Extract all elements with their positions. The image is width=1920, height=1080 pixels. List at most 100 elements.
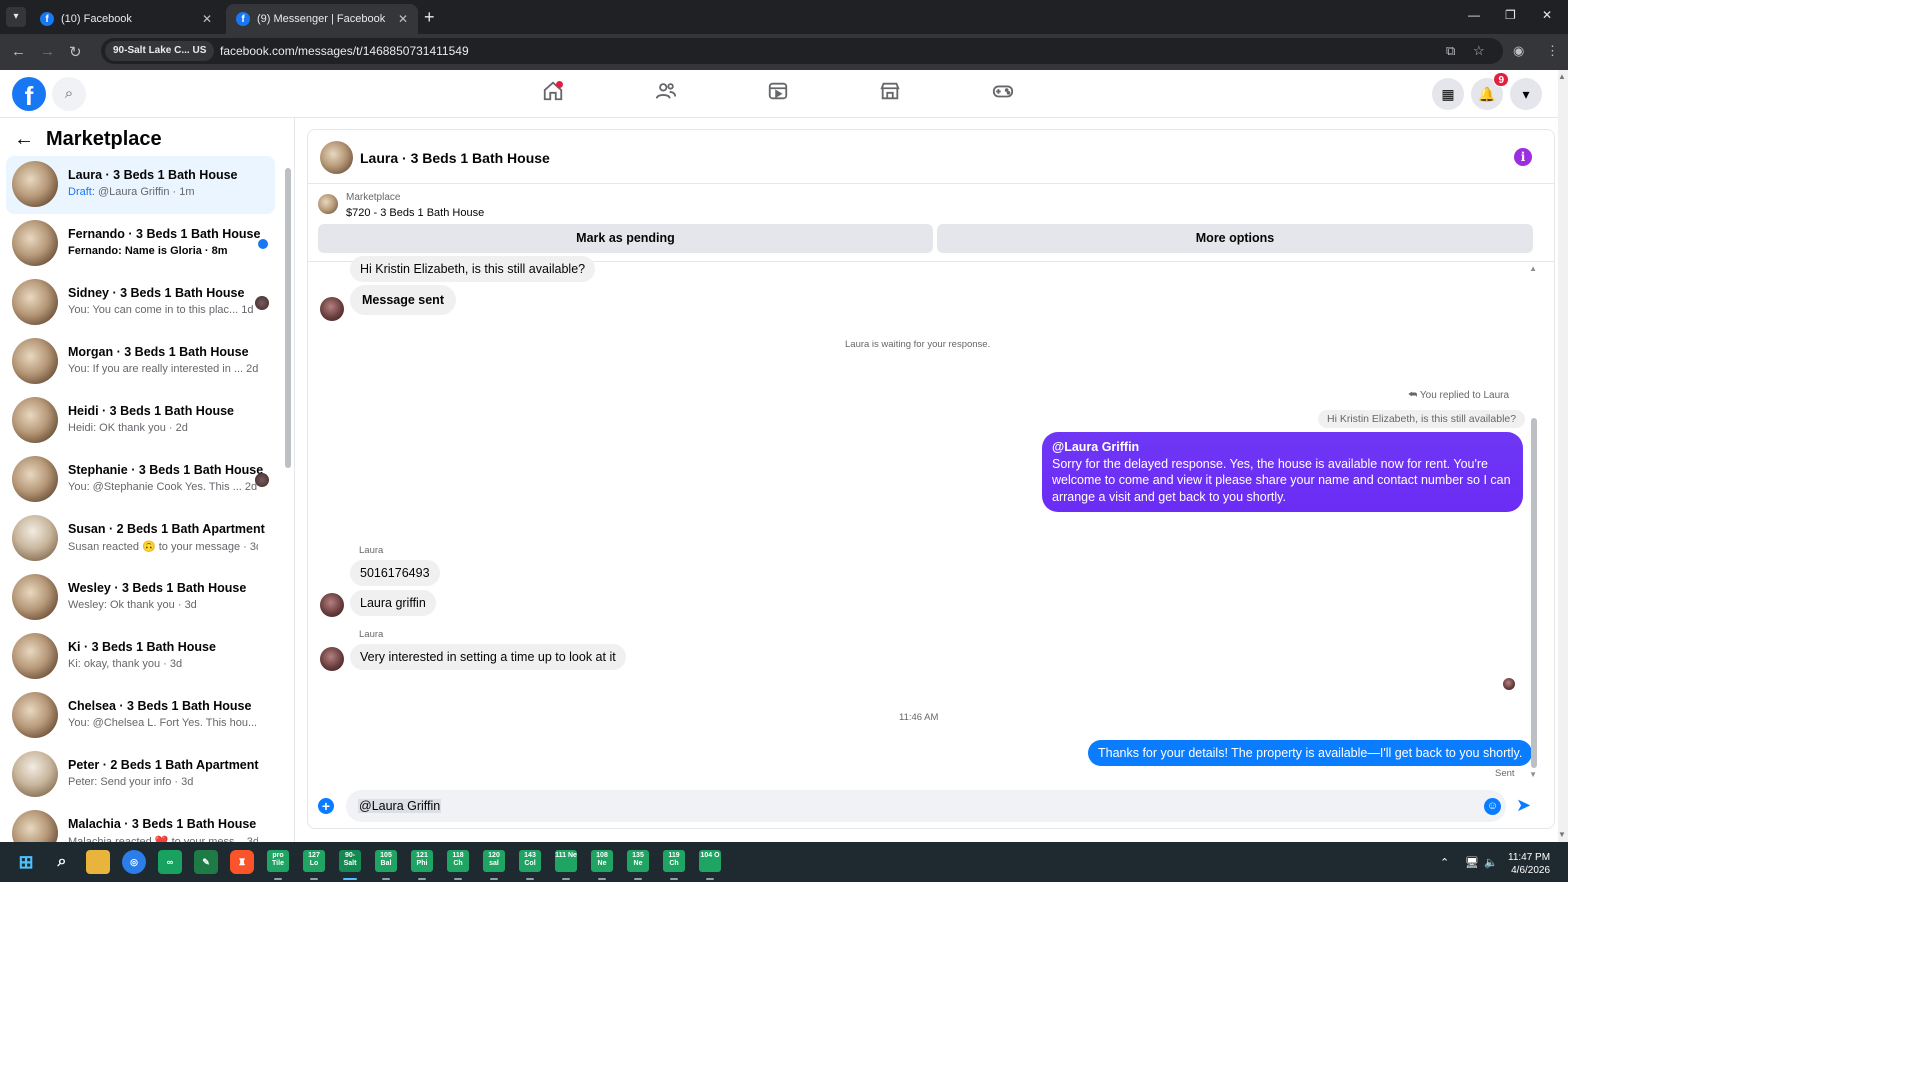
page-scrollbar[interactable]: ▲ ▼ [1558, 70, 1568, 842]
quoted-message[interactable]: Hi Kristin Elizabeth, is this still avai… [1318, 410, 1526, 428]
incoming-message[interactable]: 5016176493 [350, 560, 440, 586]
taskbar-app-tile[interactable]: 108 Ne [591, 850, 613, 872]
incoming-message[interactable]: Message sent [350, 285, 456, 315]
incoming-message[interactable]: Hi Kristin Elizabeth, is this still avai… [350, 256, 596, 282]
menu-grid-icon[interactable]: ▦ [1432, 78, 1464, 110]
taskbar-app-tile[interactable]: 143 Col [519, 850, 541, 872]
tab-close-icon[interactable]: ✕ [398, 12, 408, 26]
info-icon[interactable]: i [1514, 148, 1532, 166]
chat-scroll-up-icon[interactable]: ▲ [1529, 264, 1537, 273]
home-icon[interactable] [538, 80, 568, 108]
conversation-item[interactable]: Sidney · 3 Beds 1 Bath House You: You can… [6, 274, 275, 332]
page-scroll-up-icon[interactable]: ▲ [1558, 72, 1566, 81]
search-icon[interactable]: ⌕ [52, 77, 86, 111]
minimize-icon[interactable]: — [1468, 8, 1480, 22]
infinity-app-icon[interactable]: ∞ [158, 850, 182, 874]
tab-search-dropdown[interactable]: ▾ [6, 7, 26, 27]
taskbar-app-tile[interactable]: 121 Phi [411, 850, 433, 872]
gaming-icon[interactable] [988, 80, 1018, 108]
search-icon[interactable]: ⌕ [50, 850, 74, 874]
conversation-item[interactable]: Susan · 2 Beds 1 Bath Apartment Susan rea… [6, 510, 275, 568]
outgoing-reply-message[interactable]: @Laura Griffin Sorry for the delayed res… [1042, 432, 1523, 512]
windows-start-icon[interactable]: ⊞ [14, 850, 38, 874]
conversation-item[interactable]: Malachia · 3 Beds 1 Bath House Malachia r… [6, 805, 275, 842]
install-app-icon[interactable]: ⧉ [1446, 43, 1455, 59]
conversation-item[interactable]: Heidi · 3 Beds 1 Bath House Heidi: OK tha… [6, 392, 275, 450]
volume-icon[interactable]: 🔈 [1484, 856, 1498, 869]
message-input[interactable]: @Laura Griffin [346, 790, 1506, 822]
tray-overflow-icon[interactable]: ⌃ [1440, 856, 1449, 869]
chrome-blue-icon[interactable]: ◎ [122, 850, 146, 874]
mark-as-pending-button[interactable]: Mark as pending [318, 224, 933, 253]
system-clock[interactable]: 11:47 PM 4/6/2026 [1508, 851, 1550, 877]
listing-thumbnail[interactable] [318, 194, 338, 214]
message-input-text[interactable]: @Laura Griffin [358, 799, 442, 813]
chat-title[interactable]: Laura · 3 Beds 1 Bath House [360, 150, 550, 166]
video-icon[interactable] [763, 80, 793, 108]
conversation-item[interactable]: Stephanie · 3 Beds 1 Bath House You: @Ste… [6, 451, 275, 509]
reload-icon[interactable]: ↻ [69, 43, 82, 61]
incoming-message[interactable]: Laura griffin [350, 590, 436, 616]
taskbar-app-tile[interactable]: 120 sal [483, 850, 505, 872]
chat-avatar[interactable] [320, 141, 353, 174]
tab-facebook[interactable]: f (10) Facebook ✕ [30, 4, 222, 34]
network-icon[interactable]: 🖥 [1465, 856, 1479, 869]
listing-avatar [12, 456, 58, 502]
notepad-app-icon[interactable]: ✎ [194, 850, 218, 874]
friends-icon[interactable] [651, 80, 681, 108]
taskbar-app-tile[interactable]: 127 Lo [303, 850, 325, 872]
back-icon[interactable]: ← [11, 43, 26, 60]
conversation-item[interactable]: Fernando · 3 Beds 1 Bath House Fernando: … [6, 215, 275, 273]
conversation-title: Chelsea · 3 Beds 1 Bath House [68, 699, 252, 713]
file-explorer-icon[interactable] [86, 850, 110, 874]
add-attachment-icon[interactable]: + [318, 798, 334, 814]
taskbar-app-tile[interactable]: 104 O [699, 850, 721, 872]
profile-icon[interactable]: ◉ [1513, 43, 1524, 59]
listing-name[interactable]: $720 - 3 Beds 1 Bath House [346, 207, 484, 219]
taskbar-app-tile[interactable]: 118 Ch [447, 850, 469, 872]
back-arrow-icon[interactable]: ← [14, 128, 34, 151]
conversation-item[interactable]: Ki · 3 Beds 1 Bath House Ki: okay, thank … [6, 628, 275, 686]
new-tab-button[interactable]: + [424, 7, 435, 28]
send-icon[interactable]: ➤ [1516, 795, 1531, 816]
conversation-item[interactable]: Morgan · 3 Beds 1 Bath House You: If you … [6, 333, 275, 391]
incoming-message[interactable]: Very interested in setting a time up to … [350, 644, 626, 670]
running-indicator [598, 878, 606, 880]
conversation-item[interactable]: Wesley · 3 Beds 1 Bath House Wesley: Ok t… [6, 569, 275, 627]
outgoing-message[interactable]: Thanks for your details! The property is… [1088, 740, 1533, 766]
tab-messenger[interactable]: f (9) Messenger | Facebook ✕ [226, 4, 418, 34]
more-options-button[interactable]: More options [937, 224, 1533, 253]
chat-scrollbar[interactable] [1531, 418, 1537, 768]
taskbar-app-tile[interactable]: 105 Bal [375, 850, 397, 872]
browser-menu-icon[interactable]: ⋮ [1546, 43, 1559, 59]
conversation-item[interactable]: Laura · 3 Beds 1 Bath House Draft: @Laura… [6, 156, 275, 214]
close-window-icon[interactable]: ✕ [1542, 8, 1552, 22]
account-menu-chevron-icon[interactable]: ▾ [1510, 78, 1542, 110]
omnibox[interactable]: 90-Salt Lake C... US facebook.com/messag… [101, 38, 1503, 64]
restore-icon[interactable]: ❐ [1505, 8, 1516, 22]
preview-text: You: @Stephanie Cook Yes. This ... 2d [68, 481, 258, 493]
taskbar-app-tile[interactable]: 119 Ch [663, 850, 685, 872]
facebook-logo-icon[interactable]: f [12, 77, 46, 111]
site-info-chip[interactable]: 90-Salt Lake C... US [105, 41, 215, 61]
brave-browser-icon[interactable]: ♜ [230, 850, 254, 874]
bookmark-star-icon[interactable]: ☆ [1473, 43, 1485, 59]
chat-scroll-down-icon[interactable]: ▼ [1529, 770, 1537, 779]
taskbar-app-tile[interactable]: pro Tile [267, 850, 289, 872]
taskbar-app-tile[interactable]: 90- Salt [339, 850, 361, 872]
page-scroll-down-icon[interactable]: ▼ [1558, 830, 1566, 839]
notifications-bell-icon[interactable]: 🔔 9 [1471, 72, 1509, 110]
laura-avatar[interactable] [320, 297, 344, 321]
conversation-item[interactable]: Chelsea · 3 Beds 1 Bath House You: @Chels… [6, 687, 275, 745]
sidebar-scrollbar[interactable] [285, 168, 291, 468]
laura-avatar[interactable] [320, 593, 344, 617]
url-text[interactable]: facebook.com/messages/t/1468850731411549 [220, 44, 469, 58]
taskbar-app-tile[interactable]: 111 Ne [555, 850, 577, 872]
forward-icon[interactable]: → [40, 43, 55, 60]
emoji-icon[interactable]: ☺ [1484, 798, 1501, 815]
tab-close-icon[interactable]: ✕ [202, 12, 212, 26]
marketplace-icon[interactable] [875, 80, 905, 108]
conversation-item[interactable]: Peter · 2 Beds 1 Bath Apartment Peter: Se… [6, 746, 275, 804]
taskbar-app-tile[interactable]: 135 Ne [627, 850, 649, 872]
laura-avatar[interactable] [320, 647, 344, 671]
